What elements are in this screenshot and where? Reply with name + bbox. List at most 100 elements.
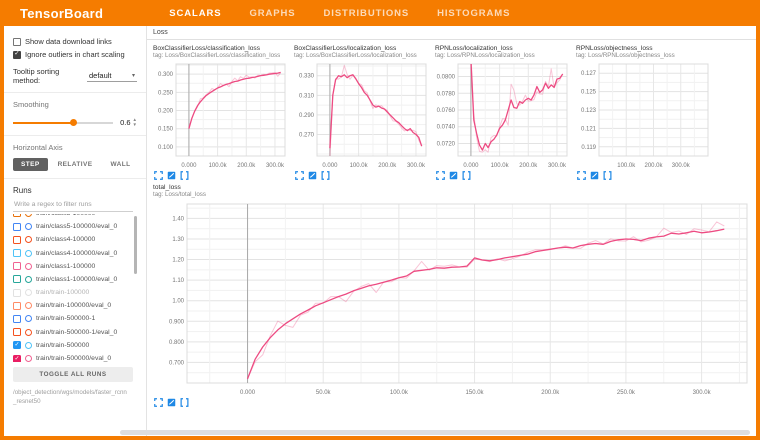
svg-text:100.0k: 100.0k [350, 163, 369, 169]
general-settings-section: ✓ Show data download links ✓ Ignore outl… [4, 26, 146, 93]
fit-domain-icon[interactable] [321, 171, 330, 180]
run-checkbox[interactable]: ✓ [13, 341, 21, 349]
chart-card: RPNLoss/objectness_loss tag: Loss/RPNLos… [574, 45, 714, 181]
nav-tab[interactable]: DISTRIBUTIONS [324, 8, 410, 19]
expand-icon[interactable] [154, 171, 163, 180]
chart-tag: tag: Loss/RPNLoss/localization_loss [433, 52, 573, 59]
svg-text:0.119: 0.119 [581, 145, 596, 151]
category-header[interactable]: Loss [147, 26, 756, 40]
chart-toolbar [151, 397, 756, 408]
nav-tab[interactable]: GRAPHS [249, 8, 295, 19]
log-y-axis-icon[interactable] [308, 171, 317, 180]
sidebar: ✓ Show data download links ✓ Ignore outl… [4, 26, 147, 436]
run-row[interactable]: ✓ train/class4-100000 [13, 233, 137, 246]
run-row[interactable]: ✓ train/train-500000 [13, 339, 137, 352]
line-chart[interactable]: 0.3000.2500.2000.1500.1000.000100.0k200.… [151, 60, 289, 170]
run-checkbox[interactable]: ✓ [13, 249, 21, 257]
run-checkbox[interactable]: ✓ [13, 275, 21, 283]
expand-icon[interactable] [154, 398, 163, 407]
log-y-axis-icon[interactable] [449, 171, 458, 180]
chart-title: RPNLoss/localization_loss [433, 45, 573, 52]
horizontal-axis-section: Horizontal Axis STEPRELATIVEWALL [4, 136, 146, 179]
run-checkbox[interactable]: ✓ [13, 223, 21, 231]
smoothing-value[interactable]: 0.6 [120, 118, 130, 127]
slider-fill [13, 122, 73, 124]
run-color-circle [25, 329, 32, 336]
svg-text:0.123: 0.123 [581, 108, 597, 114]
svg-text:100.0k: 100.0k [390, 390, 409, 396]
checkbox[interactable]: ✓ [13, 38, 21, 46]
run-row[interactable]: ✓ train/class4-100000/eval_0 [13, 246, 137, 259]
svg-text:50.0k: 50.0k [316, 390, 332, 396]
svg-text:1.20: 1.20 [172, 258, 184, 264]
toggle-all-runs-button[interactable]: TOGGLE ALL RUNS [13, 367, 133, 382]
run-checkbox[interactable]: ✓ [13, 289, 21, 297]
run-checkbox[interactable]: ✓ [13, 236, 21, 244]
fit-domain-icon[interactable] [462, 171, 471, 180]
run-row[interactable]: ✓ train/train-500000-1/eval_0 [13, 326, 137, 339]
run-checkbox[interactable]: ✓ [13, 214, 21, 218]
run-label: train/class4-100000 [36, 236, 95, 243]
run-filter-input[interactable] [13, 198, 133, 212]
tensorboard-app: TensorBoard SCALARSGRAPHSDISTRIBUTIONSHI… [0, 0, 760, 440]
log-y-axis-icon[interactable] [590, 171, 599, 180]
run-checkbox[interactable]: ✓ [13, 302, 21, 310]
horizontal-scrollbar[interactable] [120, 430, 750, 435]
run-label: train/class5-100000/eval_0 [36, 223, 117, 230]
horizontal-axis-button[interactable]: WALL [102, 158, 138, 171]
run-checkbox[interactable]: ✓ [13, 262, 21, 270]
run-row[interactable]: ✓ train/train-500000-1 [13, 312, 137, 325]
svg-text:0.0740: 0.0740 [437, 125, 456, 131]
expand-icon[interactable] [436, 171, 445, 180]
svg-text:300.0k: 300.0k [672, 163, 691, 169]
run-label: train/train-500000-1/eval_0 [36, 329, 117, 336]
settings-checkbox-row[interactable]: ✓ Ignore outliers in chart scaling [13, 50, 137, 59]
log-y-axis-icon[interactable] [167, 171, 176, 180]
run-row[interactable]: ✓ train/train-100000 [13, 286, 137, 299]
runs-section: Runs ✓ train/class5-100000 ✓ train/class… [4, 179, 146, 414]
nav-tab[interactable]: HISTOGRAMS [437, 8, 510, 19]
run-row[interactable]: ✓ train/train-100000/eval_0 [13, 299, 137, 312]
runs-list: ✓ train/class5-100000 ✓ train/class5-100… [13, 214, 137, 362]
log-y-axis-icon[interactable] [167, 398, 176, 407]
fit-domain-icon[interactable] [180, 398, 189, 407]
run-checkbox[interactable]: ✓ [13, 315, 21, 323]
tooltip-sorting-label: Tooltip sorting method: [13, 67, 82, 85]
run-color-circle [25, 214, 32, 217]
runs-scrollbar[interactable] [134, 216, 137, 274]
settings-checkbox-row[interactable]: ✓ Show data download links [13, 37, 137, 46]
fit-domain-icon[interactable] [603, 171, 612, 180]
svg-text:200.0k: 200.0k [519, 163, 538, 169]
run-row[interactable]: ✓ train/train-500000/eval_0 [13, 352, 137, 362]
line-chart[interactable]: 0.1270.1250.1230.1210.119100.0k200.0k300… [574, 60, 712, 170]
expand-icon[interactable] [577, 171, 586, 180]
line-chart[interactable]: 0.08000.07800.07600.07400.07200.000100.0… [433, 60, 571, 170]
run-row[interactable]: ✓ train/class5-100000/eval_0 [13, 220, 137, 233]
horizontal-axis-button[interactable]: RELATIVE [50, 158, 101, 171]
run-checkbox[interactable]: ✓ [13, 328, 21, 336]
smoothing-slider[interactable] [13, 122, 113, 124]
run-row[interactable]: ✓ train/class1-100000 [13, 260, 137, 273]
run-row[interactable]: ✓ train/class1-100000/eval_0 [13, 273, 137, 286]
svg-text:300.0k: 300.0k [693, 390, 712, 396]
stepper-arrows-icon[interactable]: ▲▼ [133, 118, 137, 128]
small-charts-row: BoxClassifierLoss/classification_loss ta… [147, 40, 756, 181]
run-checkbox[interactable]: ✓ [13, 355, 21, 362]
chart-title: BoxClassifierLoss/localization_loss [292, 45, 432, 52]
run-color-circle [25, 355, 32, 362]
expand-icon[interactable] [295, 171, 304, 180]
tooltip-sorting-dropdown[interactable]: default ▾ [87, 70, 137, 82]
slider-thumb[interactable] [70, 119, 77, 126]
check-icon: ✓ [14, 356, 19, 362]
horizontal-axis-button[interactable]: STEP [13, 158, 48, 171]
run-color-circle [25, 342, 32, 349]
nav-tab[interactable]: SCALARS [169, 8, 221, 19]
smoothing-section: Smoothing 0.6 ▲▼ [4, 93, 146, 136]
run-label: train/train-100000 [36, 289, 89, 296]
total-loss-chart[interactable]: 1.401.301.201.101.000.9000.8000.7000.000… [151, 199, 755, 397]
chart-tag: tag: Loss/BoxClassifierLoss/localization… [292, 52, 432, 59]
line-chart[interactable]: 0.3300.3100.2900.2700.000100.0k200.0k300… [292, 60, 430, 170]
svg-text:0.127: 0.127 [581, 71, 597, 77]
checkbox[interactable]: ✓ [13, 51, 21, 59]
fit-domain-icon[interactable] [180, 171, 189, 180]
